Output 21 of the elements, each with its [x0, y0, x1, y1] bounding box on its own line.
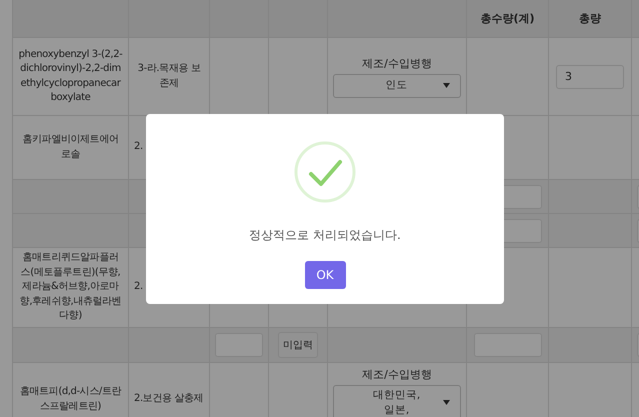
table-cell-text: 2.: [134, 280, 143, 294]
dropdown-select[interactable]: 대한민국, 일본,: [333, 385, 461, 417]
select-label: 제조/수입병행: [362, 367, 432, 382]
select-label: 제조/수입병행: [362, 56, 432, 70]
table-cell-text: 홈매트리퀴드알파플러스(메토플루트린)(무향,제라늄&허브향,아로마향,후레쉬향,내츄럴라벤다향): [18, 251, 122, 324]
table-cell-text: 2.보건용 살충제: [134, 392, 204, 406]
table-cell-text: 홈매트피(d,d-시스/트란스프랄레트린): [18, 385, 122, 414]
caret-icon: [443, 400, 450, 406]
caret-icon: [443, 83, 450, 88]
dialog-message: 정상적으로 처리되었습니다.: [249, 227, 401, 244]
empty-input-button[interactable]: 미입력: [278, 332, 318, 358]
table-cell-text: 홈키파엘비이제트에어로솔: [21, 133, 120, 162]
column-header: 총수량(계): [480, 11, 535, 26]
table-cell-text: 3-라.목재용 보존제: [136, 62, 202, 90]
table-cell-text: 2.: [134, 140, 143, 154]
table-cell-text: phenoxybenzyl 3-(2,2-dichlorovinyl)-2,2-dimethylcyclopropanecarboxylate: [18, 48, 123, 105]
ok-button[interactable]: OK: [304, 261, 346, 289]
dropdown-select[interactable]: 인도: [333, 74, 461, 98]
column-header: 총량: [579, 11, 601, 26]
success-check-icon: [294, 141, 356, 203]
input-field[interactable]: 3: [556, 64, 624, 88]
